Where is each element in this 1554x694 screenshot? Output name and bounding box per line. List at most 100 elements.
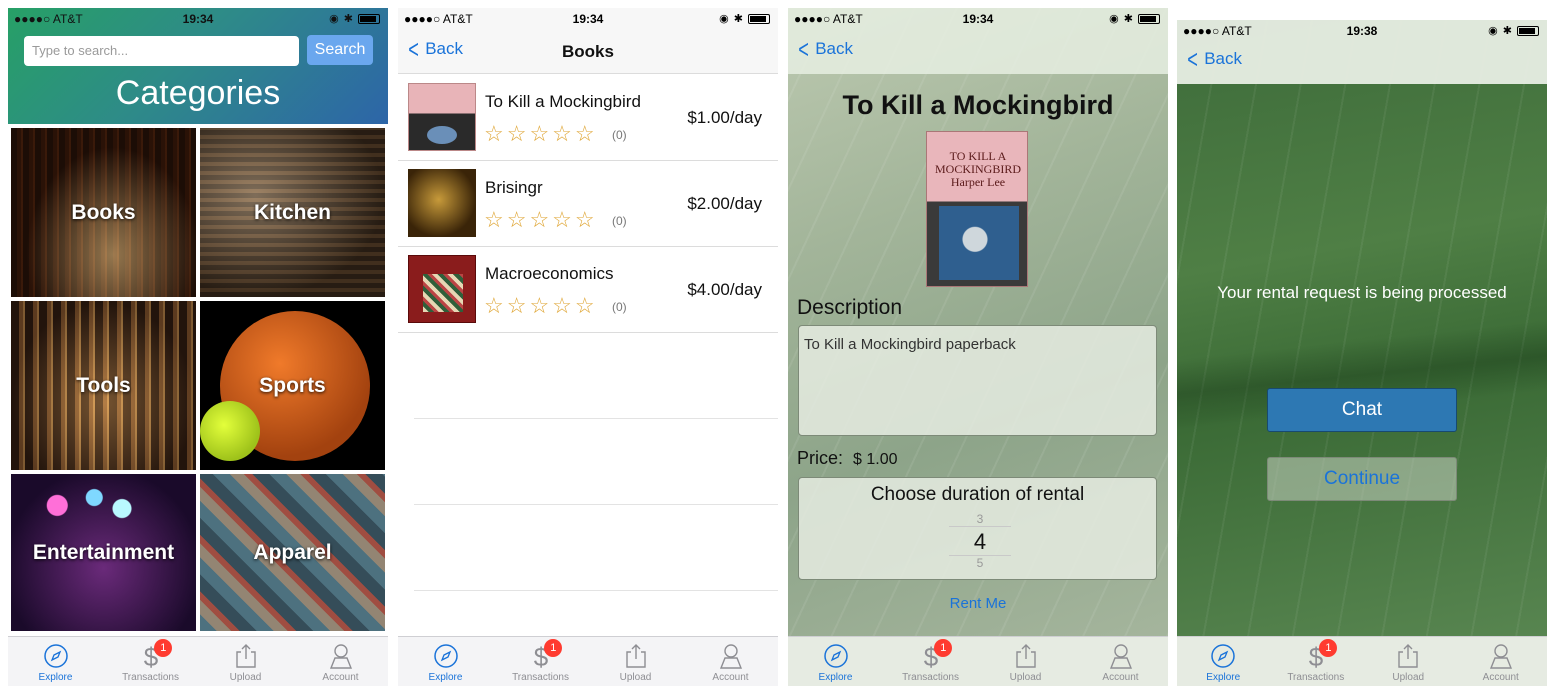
category-tile-entertainment[interactable]: Entertainment bbox=[11, 474, 196, 631]
rent-me-button[interactable]: Rent Me bbox=[788, 595, 1168, 612]
compass-icon bbox=[433, 642, 459, 670]
tab-account[interactable]: Account bbox=[1073, 637, 1168, 686]
tab-label: Account bbox=[1482, 672, 1519, 683]
tab-label: Account bbox=[712, 672, 749, 683]
tab-upload[interactable]: Upload bbox=[978, 637, 1073, 686]
back-label: Back bbox=[815, 39, 853, 58]
book-cover-image bbox=[408, 83, 476, 151]
category-label: Entertainment bbox=[32, 540, 175, 564]
chevron-left-icon: < bbox=[1187, 44, 1198, 74]
tab-upload[interactable]: Upload bbox=[1362, 637, 1455, 686]
tab-account[interactable]: Account bbox=[1455, 637, 1548, 686]
compass-icon bbox=[1210, 642, 1236, 670]
tab-label: Explore bbox=[428, 672, 463, 683]
battery-icon bbox=[1517, 25, 1539, 36]
back-button[interactable]: < Back bbox=[1185, 44, 1242, 74]
notification-badge: 1 bbox=[934, 639, 953, 657]
tab-account[interactable]: Account bbox=[683, 637, 778, 686]
tab-label: Upload bbox=[619, 672, 652, 683]
page-title: Categories bbox=[115, 74, 281, 112]
book-price: $4.00/day bbox=[687, 280, 762, 299]
status-bar: ●●●●○ AT&T 19:34 ◉ ✱ bbox=[8, 8, 388, 30]
battery-icon bbox=[748, 13, 770, 24]
list-item[interactable]: Brisingr ☆☆☆☆☆ (0) $2.00/day bbox=[398, 161, 778, 247]
price-label: Price: bbox=[797, 448, 844, 468]
tab-label: Upload bbox=[1392, 672, 1425, 683]
book-list: To Kill a Mockingbird ☆☆☆☆☆ (0) $1.00/da… bbox=[398, 75, 778, 591]
book-title: Brisingr bbox=[485, 178, 543, 197]
list-item[interactable]: Macroeconomics ☆☆☆☆☆ (0) $4.00/day bbox=[398, 247, 778, 333]
category-tile-sports[interactable]: Sports bbox=[200, 301, 385, 470]
share-upload-icon bbox=[234, 642, 258, 670]
compass-icon bbox=[43, 642, 69, 670]
tab-account[interactable]: Account bbox=[293, 637, 388, 686]
duration-picker[interactable]: 3 4 5 bbox=[949, 512, 1011, 574]
back-label: Back bbox=[1204, 49, 1242, 68]
tab-transactions[interactable]: $ 1 Transactions bbox=[103, 637, 198, 686]
tab-explore[interactable]: Explore bbox=[788, 637, 883, 686]
chat-button[interactable]: Chat bbox=[1267, 388, 1457, 432]
categories-screen: ●●●●○ AT&T 19:34 ◉ ✱ Type to search... Se… bbox=[8, 8, 388, 686]
list-item[interactable]: To Kill a Mockingbird ☆☆☆☆☆ (0) $1.00/da… bbox=[398, 75, 778, 161]
category-label: Tools bbox=[76, 373, 131, 397]
status-message: Your rental request is being processed bbox=[1217, 283, 1507, 302]
book-cover-image bbox=[408, 255, 476, 323]
categories-header: ●●●●○ AT&T 19:34 ◉ ✱ Type to search... Se… bbox=[8, 8, 388, 124]
price-row: Price: $ 1.00 bbox=[797, 448, 898, 469]
book-title: Macroeconomics bbox=[485, 264, 614, 283]
tab-bar: Explore $ 1 Transactions Upload Account bbox=[398, 636, 778, 686]
back-button[interactable]: < Back bbox=[796, 34, 853, 64]
category-tile-books[interactable]: Books bbox=[11, 128, 196, 297]
top-bar: ●●●●○ AT&T 19:34 ◉ ✱ < Back Books bbox=[398, 8, 778, 74]
tab-explore[interactable]: Explore bbox=[1177, 637, 1270, 686]
book-price: $2.00/day bbox=[687, 194, 762, 213]
search-input[interactable]: Type to search... bbox=[24, 36, 299, 66]
tab-transactions[interactable]: $ 1 Transactions bbox=[1270, 637, 1363, 686]
top-bar: ●●●●○ AT&T 19:38 ◉ ✱ < Back bbox=[1177, 20, 1547, 84]
empty-row bbox=[414, 505, 778, 591]
continue-button[interactable]: Continue bbox=[1267, 457, 1457, 501]
tab-label: Transactions bbox=[902, 672, 959, 683]
book-cover-image bbox=[408, 169, 476, 237]
category-label: Books bbox=[71, 200, 136, 224]
category-tile-kitchen[interactable]: Kitchen bbox=[200, 128, 385, 297]
person-icon bbox=[719, 642, 743, 670]
description-label: Description bbox=[797, 296, 903, 319]
search-button[interactable]: Search bbox=[307, 35, 373, 65]
description-text: To Kill a Mockingbird paperback bbox=[798, 325, 1157, 436]
tab-bar: Explore $ 1 Transactions Upload Account bbox=[8, 636, 388, 686]
notification-badge: 1 bbox=[154, 639, 173, 657]
top-bar: ●●●●○ AT&T 19:34 ◉ ✱ < Back bbox=[788, 8, 1168, 74]
book-price: $1.00/day bbox=[687, 108, 762, 127]
rating-count: (0) bbox=[612, 128, 627, 142]
tab-label: Explore bbox=[38, 672, 73, 683]
tab-transactions[interactable]: $ 1 Transactions bbox=[493, 637, 588, 686]
bluetooth-icon: ✱ bbox=[1502, 25, 1512, 37]
lock-rotation-icon: ◉ bbox=[1488, 25, 1498, 37]
battery-icon bbox=[1138, 13, 1160, 24]
picker-option: 3 bbox=[976, 512, 984, 526]
book-title: To Kill a Mockingbird bbox=[485, 92, 641, 111]
tab-upload[interactable]: Upload bbox=[588, 637, 683, 686]
nav-bar: < Back bbox=[788, 30, 1168, 74]
category-tile-tools[interactable]: Tools bbox=[11, 301, 196, 470]
tab-transactions[interactable]: $ 1 Transactions bbox=[883, 637, 978, 686]
book-title: To Kill a Mockingbird bbox=[842, 90, 1114, 120]
book-cover-image: TO KILL A MOCKINGBIRD Harper Lee bbox=[926, 131, 1028, 287]
star-rating: ☆☆☆☆☆ bbox=[484, 293, 598, 318]
share-upload-icon bbox=[1014, 642, 1038, 670]
tab-upload[interactable]: Upload bbox=[198, 637, 293, 686]
tab-explore[interactable]: Explore bbox=[398, 637, 493, 686]
tab-explore[interactable]: Explore bbox=[8, 637, 103, 686]
tab-label: Upload bbox=[1009, 672, 1042, 683]
category-tile-apparel[interactable]: Apparel bbox=[200, 474, 385, 631]
notification-badge: 1 bbox=[544, 639, 563, 657]
tab-bar: Explore $ 1 Transactions Upload Account bbox=[788, 636, 1168, 686]
battery-icon bbox=[358, 13, 380, 24]
compass-icon bbox=[823, 642, 849, 670]
chevron-left-icon: < bbox=[798, 34, 809, 64]
empty-row bbox=[414, 419, 778, 505]
star-rating: ☆☆☆☆☆ bbox=[484, 121, 598, 146]
bluetooth-icon: ✱ bbox=[343, 13, 353, 25]
nav-bar: < Back Books bbox=[398, 30, 778, 74]
